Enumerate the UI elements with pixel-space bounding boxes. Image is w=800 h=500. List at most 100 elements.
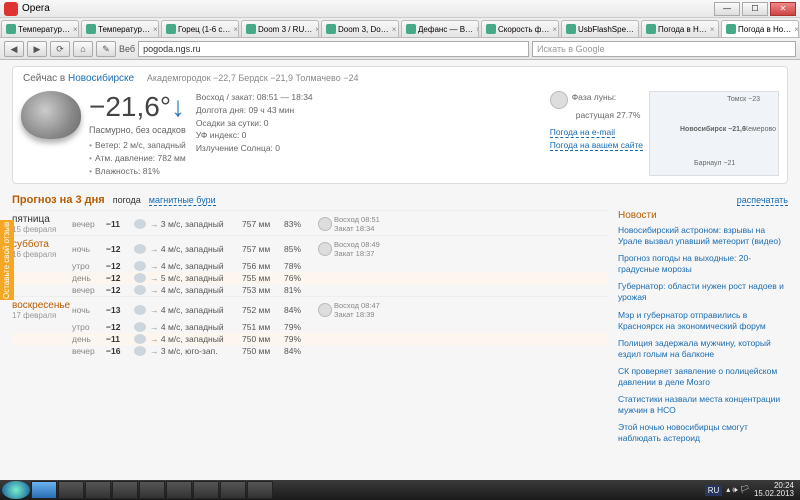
cloud-icon bbox=[134, 334, 146, 344]
humidity: 84% bbox=[284, 346, 318, 356]
news-link[interactable]: СК проверяет заявление о полицейском дав… bbox=[618, 366, 788, 389]
task-app5[interactable] bbox=[139, 481, 165, 499]
tray-icons[interactable]: ▴ 🕪 🏳 bbox=[726, 485, 750, 495]
favicon-icon bbox=[166, 24, 176, 34]
browser-tab[interactable]: Doom 3 / RU…× bbox=[241, 20, 319, 37]
day-part: день bbox=[72, 273, 106, 283]
browser-tab[interactable]: Горец (1-6 с…× bbox=[161, 20, 239, 37]
favicon-icon bbox=[246, 24, 256, 34]
close-tab-icon[interactable]: × bbox=[552, 25, 557, 34]
print-link[interactable]: распечатать bbox=[737, 195, 788, 206]
wind: Ветер: 2 м/с, западный bbox=[89, 139, 186, 152]
pressure: 755 мм bbox=[242, 273, 284, 283]
back-button[interactable]: ◀ bbox=[4, 41, 24, 57]
forecast-row: воскресенье17 февраляночь−13→ 4 м/с, зап… bbox=[12, 299, 608, 321]
region-map[interactable]: Томск −23 Новосибирск −21,6 Кемерово Бар… bbox=[649, 91, 779, 176]
tab-magnetic[interactable]: магнитные бури bbox=[149, 195, 216, 206]
day-part: вечер bbox=[72, 346, 106, 356]
humidity: 81% bbox=[284, 285, 318, 295]
lang-indicator[interactable]: RU bbox=[705, 485, 723, 496]
temp: −12 bbox=[106, 273, 134, 283]
news-title: Новости bbox=[618, 210, 788, 221]
moon-icon bbox=[550, 91, 568, 109]
news-link[interactable]: Губернатор: области нужен рост надоев и … bbox=[618, 281, 788, 304]
day-name: воскресенье bbox=[12, 300, 72, 311]
browser-tab[interactable]: Температур…× bbox=[1, 20, 79, 37]
start-button[interactable] bbox=[2, 481, 30, 499]
news-link[interactable]: Полиция задержала мужчину, который ездил… bbox=[618, 338, 788, 361]
task-ie[interactable] bbox=[85, 481, 111, 499]
close-tab-icon[interactable]: × bbox=[637, 25, 639, 34]
task-app4[interactable] bbox=[112, 481, 138, 499]
news-link[interactable]: Мэр и губернатор отправились в Красноярс… bbox=[618, 310, 788, 333]
close-tab-icon[interactable]: × bbox=[476, 25, 479, 34]
browser-tab[interactable]: Погода в Но…× bbox=[721, 20, 799, 37]
task-app7[interactable] bbox=[193, 481, 219, 499]
task-app8[interactable] bbox=[220, 481, 246, 499]
sun-times: Восход 08:49Закат 18:37 bbox=[334, 240, 390, 258]
close-tab-icon[interactable]: × bbox=[392, 25, 397, 34]
city-link[interactable]: Новосибирске bbox=[68, 73, 134, 84]
opera-icon[interactable] bbox=[4, 2, 18, 16]
humidity: 76% bbox=[284, 273, 318, 283]
task-app6[interactable] bbox=[166, 481, 192, 499]
sun-times: Восход 08:51Закат 18:34 bbox=[334, 215, 390, 233]
close-tab-icon[interactable]: × bbox=[233, 25, 238, 34]
humidity: 79% bbox=[284, 322, 318, 332]
browser-tabs: Температур…×Температур…×Горец (1-6 с…×Do… bbox=[0, 18, 800, 38]
day-date: 16 февраля bbox=[12, 250, 72, 259]
close-tab-icon[interactable]: × bbox=[315, 25, 319, 34]
wind: → 4 м/с, западный bbox=[150, 285, 242, 295]
news-link[interactable]: Прогноз погоды на выходные: 20-градусные… bbox=[618, 253, 788, 276]
favicon-icon bbox=[566, 24, 576, 34]
day-part: ночь bbox=[72, 244, 106, 254]
forecast-header: Прогноз на 3 дня погода магнитные бури р… bbox=[12, 194, 788, 206]
url-input[interactable]: pogoda.ngs.ru bbox=[138, 41, 529, 57]
close-button[interactable]: ✕ bbox=[770, 2, 796, 16]
search-input[interactable]: Искать в Google bbox=[532, 41, 796, 57]
forward-button[interactable]: ▶ bbox=[27, 41, 47, 57]
forecast-table: пятница15 февралявечер−11→ 3 м/с, западн… bbox=[12, 210, 608, 450]
maximize-button[interactable]: ☐ bbox=[742, 2, 768, 16]
address-bar: ◀ ▶ ⟳ ⌂ ✎ Веб pogoda.ngs.ru Искать в Goo… bbox=[0, 38, 800, 60]
task-opera[interactable] bbox=[31, 481, 57, 499]
moon-icon bbox=[318, 217, 332, 231]
news-link[interactable]: Этой ночью новосибирцы смогут наблюдать … bbox=[618, 422, 788, 445]
browser-tab[interactable]: Скорость ф…× bbox=[481, 20, 559, 37]
browser-tab[interactable]: Температур…× bbox=[81, 20, 159, 37]
wind: → 4 м/с, западный bbox=[150, 244, 242, 254]
minimize-button[interactable]: — bbox=[714, 2, 740, 16]
forecast-row: суббота16 февраляночь−12→ 4 м/с, западны… bbox=[12, 238, 608, 260]
news-link[interactable]: Новосибирский астроном: взрывы на Урале … bbox=[618, 225, 788, 248]
task-explorer[interactable] bbox=[58, 481, 84, 499]
wind: → 4 м/с, западный bbox=[150, 261, 242, 271]
home-button[interactable]: ⌂ bbox=[73, 41, 93, 57]
email-link[interactable]: Погода на e-mail bbox=[550, 127, 615, 138]
browser-tab[interactable]: UsbFlashSpe…× bbox=[561, 20, 639, 37]
favicon-icon bbox=[86, 24, 96, 34]
close-tab-icon[interactable]: × bbox=[710, 25, 715, 34]
stations-list: Академгородок −22,7 Бердск −21,9 Толмаче… bbox=[147, 73, 359, 83]
tab-weather[interactable]: погода bbox=[113, 195, 141, 205]
widget-link[interactable]: Погода на вашем сайте bbox=[550, 140, 643, 151]
wind: → 4 м/с, западный bbox=[150, 305, 242, 315]
news-link[interactable]: Статистики назвали места концентрации му… bbox=[618, 394, 788, 417]
browser-tab[interactable]: Погода в Н…× bbox=[641, 20, 719, 37]
wand-button[interactable]: ✎ bbox=[96, 41, 116, 57]
close-tab-icon[interactable]: × bbox=[73, 25, 78, 34]
close-tab-icon[interactable]: × bbox=[794, 25, 799, 34]
browser-tab[interactable]: Дефанс — B…× bbox=[401, 20, 479, 37]
feedback-tab[interactable]: Оставьте свой отзыв bbox=[0, 220, 14, 300]
reload-button[interactable]: ⟳ bbox=[50, 41, 70, 57]
close-tab-icon[interactable]: × bbox=[153, 25, 158, 34]
task-app9[interactable] bbox=[247, 481, 273, 499]
temperature-now: −21,6° bbox=[89, 91, 171, 122]
day-part: вечер bbox=[72, 285, 106, 295]
pressure: Атм. давление: 782 мм bbox=[89, 152, 186, 165]
forecast-row: вечер−12→ 4 м/с, западный753 мм81% bbox=[12, 284, 608, 296]
temp: −11 bbox=[106, 219, 134, 229]
day-part: ночь bbox=[72, 305, 106, 315]
wind: → 4 м/с, западный bbox=[150, 322, 242, 332]
pressure: 757 мм bbox=[242, 244, 284, 254]
browser-tab[interactable]: Doom 3, Do…× bbox=[321, 20, 399, 37]
